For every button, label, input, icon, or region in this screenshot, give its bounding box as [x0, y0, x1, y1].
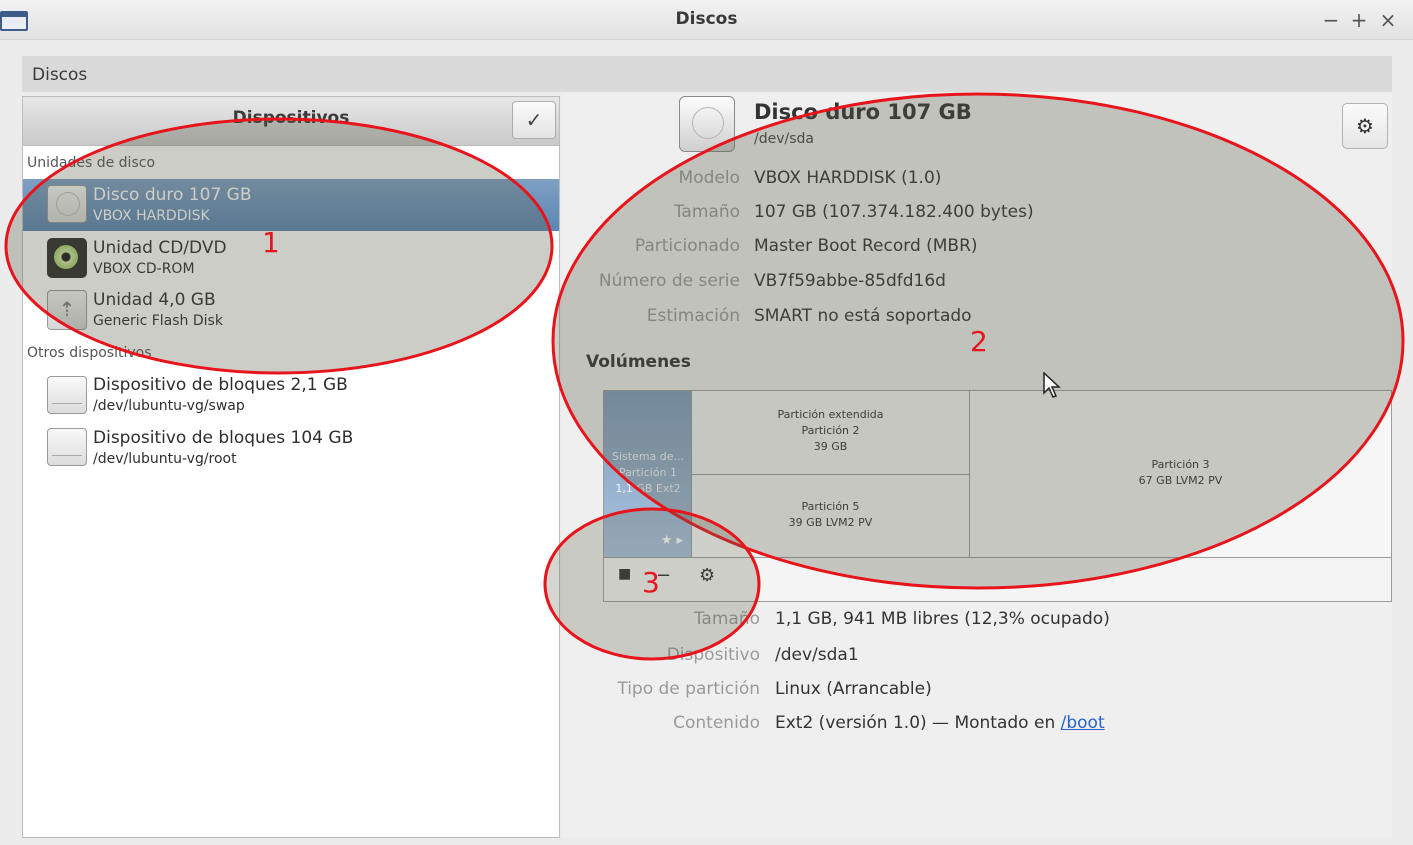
annotation-label-3: 3	[642, 566, 660, 599]
mouse-cursor-icon	[1043, 372, 1061, 398]
annotation-label-1: 1	[262, 226, 280, 259]
annotation-label-2: 2	[970, 325, 988, 358]
annotation-overlay	[4, 92, 1405, 661]
